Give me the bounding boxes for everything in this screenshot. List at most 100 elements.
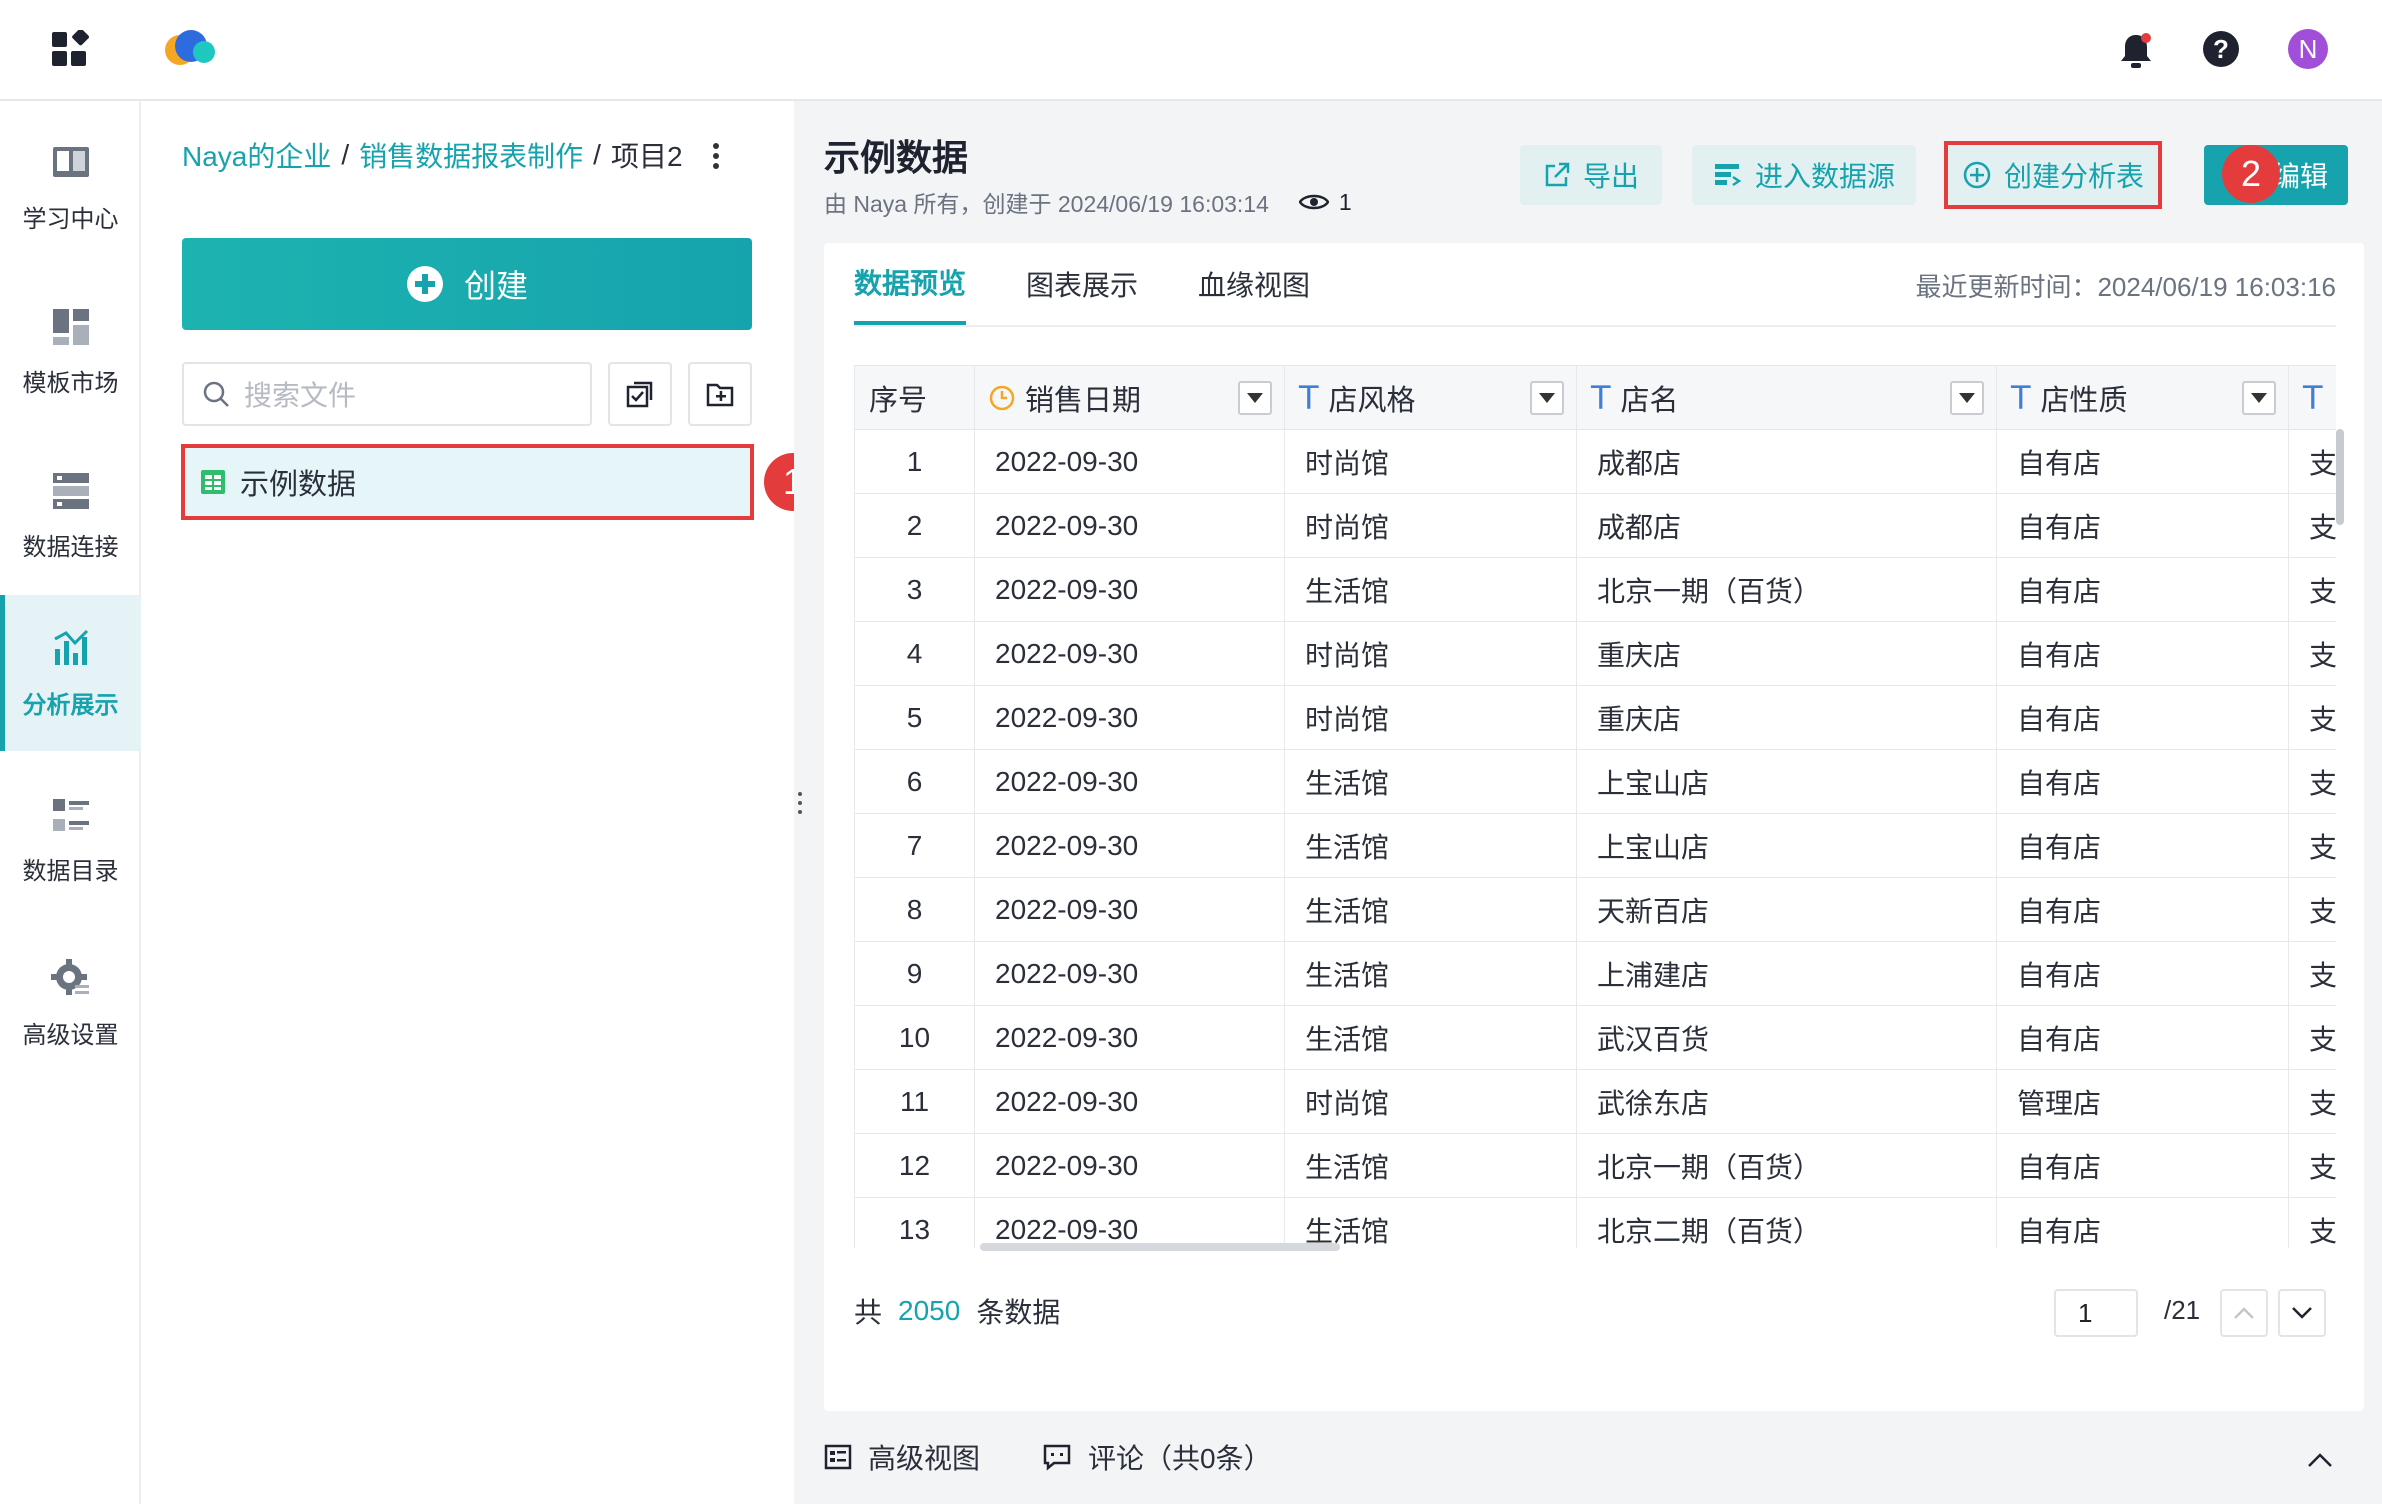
chevron-up-icon (2234, 1307, 2254, 1319)
template-icon (52, 308, 89, 345)
table-row[interactable]: 9 2022-09-30 生活馆 上浦建店 自有店支 (854, 941, 2336, 1006)
table-cell-partial: 支 (2288, 621, 2336, 686)
panel-splitter[interactable] (794, 101, 806, 1504)
table-row[interactable]: 10 2022-09-30 生活馆 武汉百货 自有店支 (854, 1005, 2336, 1070)
table-cell: 自有店 (1996, 1197, 2289, 1248)
table-row[interactable]: 6 2022-09-30 生活馆 上宝山店 自有店支 (854, 749, 2336, 814)
checkbox-multi-icon (626, 381, 653, 408)
column-header-sales-date[interactable]: 销售日期 (974, 365, 1285, 430)
export-label: 导出 (1582, 161, 1639, 192)
catalog-icon (52, 798, 89, 831)
tab-lineage-view[interactable]: 血缘视图 (1198, 243, 1310, 325)
table-cell: 2022-09-30 (974, 749, 1285, 814)
table-cell: 自有店 (1996, 621, 2289, 686)
prev-page-button[interactable] (2220, 1289, 2268, 1337)
chevron-down-icon (2292, 1307, 2312, 1319)
avatar[interactable]: N (2288, 29, 2328, 69)
page-meta: 由 Naya 所有，创建于 2024/06/19 16:03:14 1 (824, 185, 1352, 219)
table-row[interactable]: 2 2022-09-30 时尚馆 成都店 自有店支 (854, 493, 2336, 558)
table-cell: 武汉百货 (1576, 1005, 1997, 1070)
table-row[interactable]: 7 2022-09-30 生活馆 上宝山店 自有店支 (854, 813, 2336, 878)
table-cell: 4 (854, 621, 975, 686)
table-cell: 自有店 (1996, 429, 2289, 494)
more-menu-icon[interactable] (710, 141, 722, 171)
step-marker-2: 2 (2222, 145, 2280, 203)
datasource-label: 进入数据源 (1754, 161, 1895, 192)
settings-gear-icon (50, 958, 89, 995)
book-icon (52, 146, 89, 177)
tab-data-preview[interactable]: 数据预览 (854, 243, 967, 325)
nav-item-data-catalog[interactable]: 数据目录 (0, 761, 141, 917)
column-header-store-type[interactable]: T 店性质 (1996, 365, 2289, 430)
horizontal-scrollbar[interactable] (980, 1243, 1340, 1251)
new-folder-button[interactable] (688, 362, 752, 426)
app-grid-icon[interactable] (52, 28, 90, 68)
svg-text:?: ? (2213, 34, 2229, 64)
nav-item-advanced-settings[interactable]: 高级设置 (0, 925, 141, 1081)
table-row[interactable]: 1 2022-09-30 时尚馆 成都店 自有店支 (854, 429, 2336, 494)
total-prefix: 共 (854, 1297, 883, 1328)
table-row[interactable]: 3 2022-09-30 生活馆 北京一期（百货） 自有店支 (854, 557, 2336, 622)
column-header-index: 序号 (854, 365, 975, 430)
breadcrumb-org[interactable]: Naya的企业 (182, 135, 331, 175)
table-cell: 3 (854, 557, 975, 622)
datasource-icon (1714, 164, 1742, 187)
comments-button[interactable]: 评论（共0条） (1042, 1437, 1272, 1477)
nav-label: 分析展示 (22, 691, 119, 719)
table-cell: 上浦建店 (1576, 941, 1997, 1006)
nav-label: 学习中心 (22, 205, 119, 233)
table-cell-partial: 支 (2288, 941, 2336, 1006)
table-cell: 生活馆 (1284, 877, 1577, 942)
nav-item-learning[interactable]: 学习中心 (0, 109, 141, 265)
nav-item-analysis[interactable]: 分析展示 (0, 595, 141, 751)
create-button[interactable]: 创建 (182, 238, 752, 330)
search-placeholder: 搜索文件 (244, 380, 357, 411)
tab-chart-display[interactable]: 图表展示 (1026, 243, 1138, 325)
table-cell: 自有店 (1996, 877, 2289, 942)
total-suffix: 条数据 (976, 1297, 1061, 1328)
table-row[interactable]: 4 2022-09-30 时尚馆 重庆店 自有店支 (854, 621, 2336, 686)
page-number-input[interactable]: 1 (2054, 1289, 2138, 1337)
table-cell: 管理店 (1996, 1069, 2289, 1134)
enter-datasource-button[interactable]: 进入数据源 (1692, 145, 1916, 205)
column-header-store-name[interactable]: T 店名 (1576, 365, 1997, 430)
table-cell: 时尚馆 (1284, 621, 1577, 686)
column-dropdown-button[interactable] (2242, 380, 2276, 415)
table-cell: 生活馆 (1284, 557, 1577, 622)
next-page-button[interactable] (2278, 1289, 2326, 1337)
data-preview-card: 数据预览 图表展示 血缘视图 最近更新时间：2024/06/19 16:03:1… (824, 243, 2364, 1411)
help-icon[interactable]: ? (2202, 30, 2240, 68)
left-nav: 学习中心 模板市场 数据连接 分析展示 数据目录 高级设置 (0, 101, 141, 1504)
database-icon (52, 472, 89, 509)
table-cell: 生活馆 (1284, 1197, 1577, 1248)
table-row[interactable]: 5 2022-09-30 时尚馆 重庆店 自有店支 (854, 685, 2336, 750)
search-input[interactable]: 搜索文件 (182, 362, 592, 426)
nav-item-template-market[interactable]: 模板市场 (0, 273, 141, 429)
table-row[interactable]: 11 2022-09-30 时尚馆 武徐东店 管理店支 (854, 1069, 2336, 1134)
table-row[interactable]: 13 2022-09-30 生活馆 北京二期（百货） 自有店支 (854, 1197, 2336, 1248)
table-row[interactable]: 8 2022-09-30 生活馆 天新百店 自有店支 (854, 877, 2336, 942)
collapse-panel-button[interactable] (2306, 1451, 2338, 1473)
column-dropdown-button[interactable] (1530, 380, 1564, 415)
breadcrumb-folder[interactable]: 销售数据报表制作 (359, 135, 583, 175)
column-header-store-style[interactable]: T 店风格 (1284, 365, 1577, 430)
nav-item-data-connection[interactable]: 数据连接 (0, 437, 141, 593)
text-type-icon: T (1299, 378, 1319, 417)
table-header-row: 序号 销售日期 T 店风格 T 店名 T 店性质 T (854, 365, 2336, 430)
table-cell: 10 (854, 1005, 975, 1070)
table-cell: 2022-09-30 (974, 1069, 1285, 1134)
batch-select-button[interactable] (608, 362, 672, 426)
chevron-up-icon (2308, 1453, 2332, 1467)
column-dropdown-button[interactable] (1238, 380, 1272, 415)
vertical-scrollbar[interactable] (2336, 429, 2344, 525)
highlight-frame-create-analysis (1944, 141, 2162, 209)
notification-bell-icon[interactable] (2118, 32, 2154, 70)
text-type-icon: T (2011, 378, 2031, 417)
export-button[interactable]: 导出 (1520, 145, 1662, 205)
table-row[interactable]: 12 2022-09-30 生活馆 北京一期（百货） 自有店支 (854, 1133, 2336, 1198)
advanced-view-button[interactable]: 高级视图 (824, 1437, 980, 1477)
table-cell: 成都店 (1576, 493, 1997, 558)
column-dropdown-button[interactable] (1950, 380, 1984, 415)
table-viewport[interactable]: 序号 销售日期 T 店风格 T 店名 T 店性质 T 1 2022-09-30 时尚馆 成都… (854, 365, 2336, 1248)
table-cell: 武徐东店 (1576, 1069, 1997, 1134)
